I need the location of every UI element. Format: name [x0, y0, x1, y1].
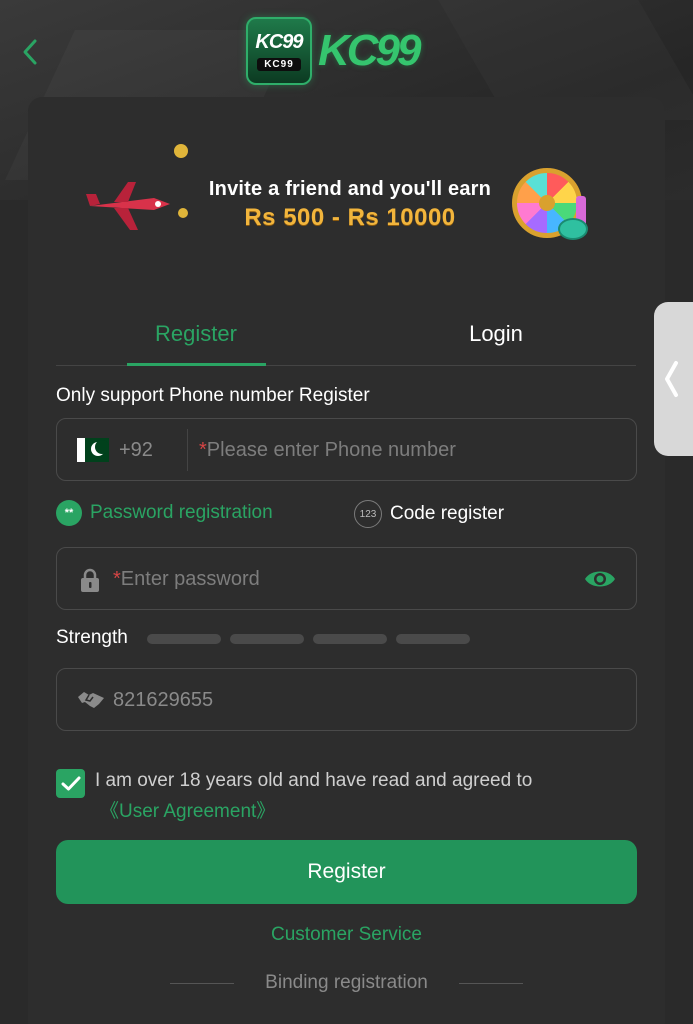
chevron-left-icon	[665, 361, 678, 397]
banner-amount: Rs 500 - Rs 10000	[244, 204, 456, 231]
checkmark-icon	[61, 776, 80, 790]
airplane-icon	[86, 182, 170, 230]
balloon-icon	[178, 208, 188, 218]
numeric-code-icon: 123	[354, 500, 382, 528]
password-dots-icon: **	[56, 500, 82, 526]
phone-placeholder-text: Please enter Phone number	[206, 439, 456, 461]
active-tab-indicator	[127, 363, 266, 366]
register-button[interactable]: Register	[56, 840, 637, 904]
field-divider	[187, 429, 188, 471]
required-mark: *	[199, 439, 207, 461]
agree-text: I am over 18 years old and have read and…	[95, 770, 533, 791]
handshake-icon	[78, 692, 104, 708]
coins-icon	[558, 218, 588, 240]
option-code-register[interactable]: 123 Code register	[354, 500, 504, 528]
invite-banner[interactable]: Invite a friend and you'll earn Rs 500 -…	[84, 138, 604, 246]
logo-text: KC99	[318, 26, 421, 75]
phone-input-placeholder[interactable]: *Please enter Phone number	[199, 439, 456, 462]
option-code-label: Code register	[390, 503, 505, 524]
phone-field[interactable]: +92 *Please enter Phone number	[56, 418, 637, 481]
register-hint: Only support Phone number Register	[56, 385, 370, 406]
strength-bar	[147, 634, 221, 644]
side-drawer-handle[interactable]	[654, 302, 693, 456]
eye-icon[interactable]	[583, 566, 617, 592]
country-code-selector[interactable]: +92	[119, 439, 153, 462]
option-password-registration[interactable]: ** Password registration	[56, 500, 273, 526]
brand-logo: KC99 KC99 KC99	[246, 16, 421, 86]
tab-login[interactable]: Login	[426, 314, 566, 354]
option-password-label: Password registration	[90, 502, 273, 523]
invite-code-value[interactable]: 821629655	[113, 689, 213, 712]
banner-headline: Invite a friend and you'll earn	[208, 178, 492, 200]
strength-bar	[230, 634, 304, 644]
register-method-options: ** Password registration 123 Code regist…	[56, 500, 636, 530]
pakistan-flag-icon	[77, 438, 109, 462]
password-input-placeholder[interactable]: *Enter password	[113, 568, 260, 591]
logo-badge-top: KC99	[255, 31, 303, 53]
user-agreement-link[interactable]: 《User Agreement》	[100, 796, 275, 823]
invite-code-field[interactable]: 821629655	[56, 668, 637, 731]
required-mark: *	[113, 568, 121, 590]
back-button[interactable]	[14, 34, 46, 70]
customer-service-link[interactable]: Customer Service	[0, 924, 693, 946]
strength-label: Strength	[56, 627, 128, 648]
balloon-icon	[174, 144, 188, 158]
strength-bar	[313, 634, 387, 644]
strength-bar	[396, 634, 470, 644]
logo-badge: KC99 KC99	[246, 17, 312, 85]
password-field[interactable]: *Enter password	[56, 547, 637, 610]
agree-checkbox[interactable]	[56, 769, 85, 798]
logo-badge-bottom: KC99	[257, 58, 301, 71]
tab-register[interactable]: Register	[126, 314, 266, 354]
chevron-left-icon	[23, 39, 37, 65]
lock-icon	[81, 568, 99, 592]
auth-tabs: Register Login	[56, 304, 636, 366]
password-placeholder-text: Enter password	[120, 568, 260, 590]
binding-registration-link[interactable]: Binding registration	[0, 972, 693, 994]
